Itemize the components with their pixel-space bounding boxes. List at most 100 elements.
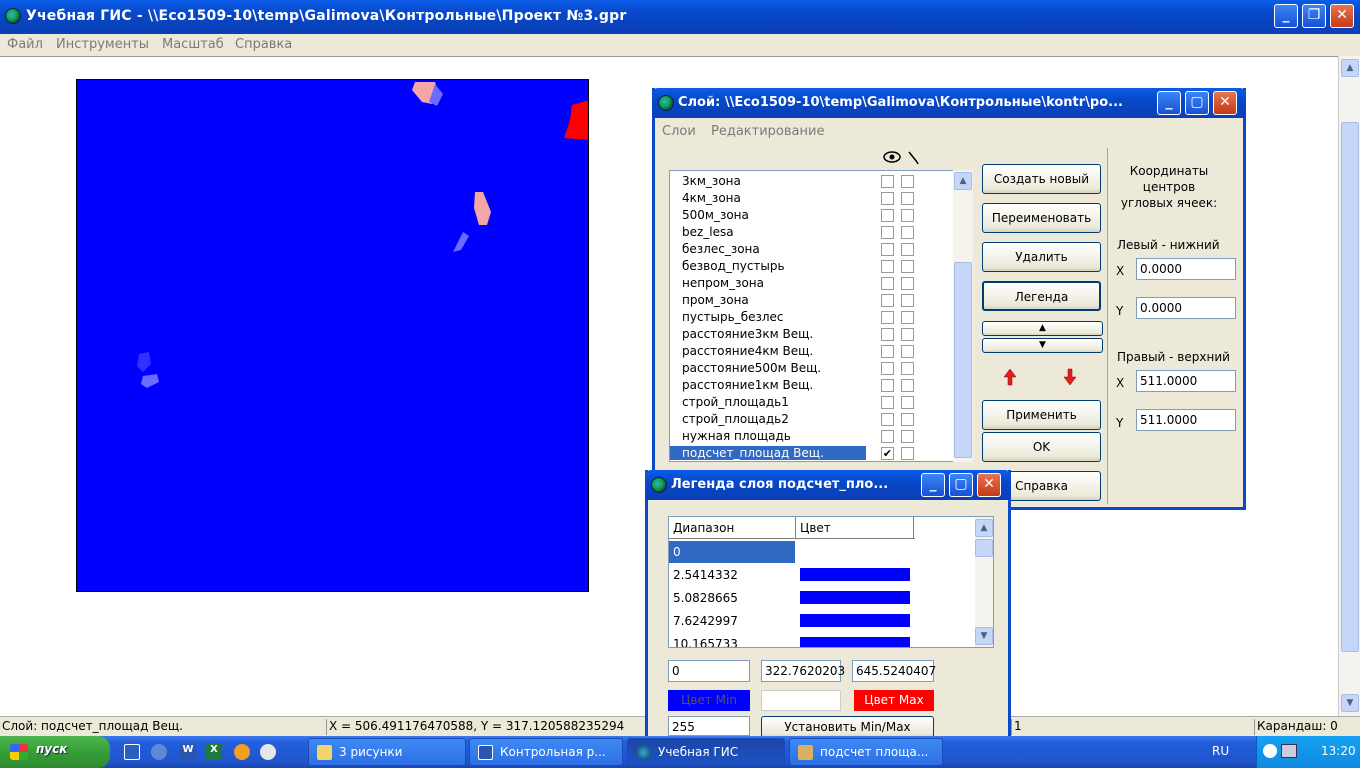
start-button[interactable]: пуск bbox=[0, 736, 110, 768]
menu-editing[interactable]: Редактирование bbox=[711, 124, 824, 139]
quicklaunch-books-icon[interactable] bbox=[124, 744, 140, 760]
edit-checkbox[interactable] bbox=[901, 175, 914, 188]
visibility-checkbox[interactable] bbox=[881, 209, 894, 222]
legend-range-cell[interactable]: 2.5414332 bbox=[669, 564, 795, 586]
legend-color-swatch[interactable] bbox=[800, 637, 910, 647]
quicklaunch-firefox-icon[interactable] bbox=[234, 744, 250, 760]
red-down-arrow-icon[interactable] bbox=[1063, 368, 1077, 386]
legend-minimize-button[interactable]: _ bbox=[921, 473, 945, 497]
layer-item[interactable]: безвод_пустырь bbox=[670, 258, 972, 275]
legend-range-cell[interactable]: 5.0828665 bbox=[669, 587, 795, 609]
layer-item[interactable]: расстояние1км Вещ. bbox=[670, 377, 972, 394]
column-header-range[interactable]: Диапазон bbox=[673, 521, 734, 535]
legend-color-swatch[interactable] bbox=[800, 545, 910, 558]
layer-list[interactable]: 3км_зона 4км_зона 500м_зона bez_lesa безлес_… bbox=[669, 170, 973, 462]
menu-file[interactable]: Файл bbox=[7, 37, 43, 52]
scroll-down-button[interactable]: ▼ bbox=[1341, 694, 1359, 712]
color-max-button[interactable]: Цвет Max bbox=[854, 690, 934, 711]
move-up-small-button[interactable]: ▲ bbox=[982, 321, 1103, 336]
visibility-checkbox[interactable] bbox=[881, 345, 894, 358]
ll-y-field[interactable]: 0.0000 bbox=[1136, 297, 1236, 319]
column-header-color[interactable]: Цвет bbox=[800, 521, 831, 535]
visibility-checkbox[interactable] bbox=[881, 260, 894, 273]
visibility-checkbox[interactable] bbox=[881, 226, 894, 239]
rename-button[interactable]: Переименовать bbox=[982, 203, 1101, 233]
legend-row[interactable]: 0 bbox=[669, 541, 915, 563]
edit-checkbox[interactable] bbox=[901, 379, 914, 392]
visibility-checkbox[interactable] bbox=[881, 328, 894, 341]
scroll-thumb[interactable] bbox=[1341, 122, 1359, 652]
ll-x-field[interactable]: 0.0000 bbox=[1136, 258, 1236, 280]
layer-item[interactable]: нужная площадь bbox=[670, 428, 972, 445]
edit-checkbox[interactable] bbox=[901, 192, 914, 205]
edit-checkbox[interactable] bbox=[901, 226, 914, 239]
list-scroll-up-button[interactable]: ▲ bbox=[954, 172, 972, 190]
layer-dialog-minimize-button[interactable]: _ bbox=[1157, 91, 1181, 115]
menu-scale[interactable]: Масштаб bbox=[162, 37, 224, 52]
quicklaunch-word-icon[interactable]: W bbox=[180, 744, 196, 760]
quicklaunch-ie-icon[interactable] bbox=[151, 744, 167, 760]
legend-row[interactable]: 10.165733 bbox=[669, 633, 915, 647]
layer-item[interactable]: строй_площадь1 bbox=[670, 394, 972, 411]
visibility-checkbox[interactable] bbox=[881, 379, 894, 392]
legend-color-swatch[interactable] bbox=[800, 591, 910, 604]
close-button[interactable]: ✕ bbox=[1330, 4, 1354, 28]
ur-x-field[interactable]: 511.0000 bbox=[1136, 370, 1236, 392]
edit-checkbox[interactable] bbox=[901, 328, 914, 341]
layer-item[interactable]: 3км_зона bbox=[670, 173, 972, 190]
minimize-button[interactable]: _ bbox=[1274, 4, 1298, 28]
legend-maximize-button[interactable]: ▢ bbox=[949, 473, 973, 497]
task-button-gis[interactable]: Учебная ГИС bbox=[627, 738, 785, 766]
delete-button[interactable]: Удалить bbox=[982, 242, 1101, 272]
layer-dialog-close-button[interactable]: ✕ bbox=[1213, 91, 1237, 115]
legend-close-button[interactable]: ✕ bbox=[977, 473, 1001, 497]
layer-item[interactable]: расстояние3км Вещ. bbox=[670, 326, 972, 343]
ok-button[interactable]: OK bbox=[982, 432, 1101, 462]
task-button-folder[interactable]: 3 рисунки bbox=[308, 738, 466, 766]
layer-item[interactable]: непром_зона bbox=[670, 275, 972, 292]
legend-scroll-thumb[interactable] bbox=[975, 539, 993, 557]
visibility-checkbox[interactable] bbox=[881, 362, 894, 375]
legend-row[interactable]: 7.6242997 bbox=[669, 610, 915, 632]
language-indicator[interactable]: RU bbox=[1212, 744, 1229, 758]
layer-list-scrollbar[interactable]: ▲ bbox=[953, 170, 973, 462]
tray-expand-icon[interactable] bbox=[1263, 744, 1277, 758]
clock[interactable]: 13:20 bbox=[1321, 744, 1356, 758]
visibility-checkbox[interactable] bbox=[881, 192, 894, 205]
edit-checkbox[interactable] bbox=[901, 345, 914, 358]
legend-scroll-up-button[interactable]: ▲ bbox=[975, 519, 993, 537]
task-button-word[interactable]: Контрольная р... bbox=[469, 738, 623, 766]
steps-spinner[interactable]: 255 bbox=[668, 716, 750, 736]
red-up-arrow-icon[interactable] bbox=[1003, 368, 1017, 386]
layer-dialog-maximize-button[interactable]: ▢ bbox=[1185, 91, 1209, 115]
layer-item[interactable]: пустырь_безлес bbox=[670, 309, 972, 326]
visibility-checkbox[interactable] bbox=[881, 294, 894, 307]
ur-y-field[interactable]: 511.0000 bbox=[1136, 409, 1236, 431]
visibility-checkbox[interactable] bbox=[881, 175, 894, 188]
create-new-button[interactable]: Создать новый bbox=[982, 164, 1101, 194]
layer-item[interactable]: безлес_зона bbox=[670, 241, 972, 258]
main-vertical-scrollbar[interactable]: ▲ ▼ bbox=[1338, 56, 1360, 716]
layer-item[interactable]: расстояние500м Вещ. bbox=[670, 360, 972, 377]
color-min-button[interactable]: Цвет Min bbox=[668, 690, 750, 711]
edit-checkbox[interactable] bbox=[901, 311, 914, 324]
list-scroll-thumb[interactable] bbox=[954, 262, 972, 458]
legend-grid[interactable]: Диапазон Цвет 0 2.5414332 5.0828665 7.62429… bbox=[668, 516, 994, 648]
edit-checkbox[interactable] bbox=[901, 209, 914, 222]
legend-grid-scrollbar[interactable]: ▲ ▼ bbox=[975, 517, 993, 647]
visibility-checkbox[interactable] bbox=[881, 311, 894, 324]
legend-color-swatch[interactable] bbox=[800, 568, 910, 581]
scroll-up-button[interactable]: ▲ bbox=[1341, 59, 1359, 77]
edit-checkbox[interactable] bbox=[901, 277, 914, 290]
min-value-field[interactable]: 0 bbox=[668, 660, 750, 682]
edit-checkbox[interactable] bbox=[901, 396, 914, 409]
legend-scroll-down-button[interactable]: ▼ bbox=[975, 627, 993, 645]
legend-range-cell[interactable]: 10.165733 bbox=[669, 633, 795, 647]
legend-row[interactable]: 5.0828665 bbox=[669, 587, 915, 609]
raster-map[interactable] bbox=[76, 79, 589, 592]
edit-checkbox[interactable] bbox=[901, 243, 914, 256]
set-minmax-button[interactable]: Установить Min/Max bbox=[761, 716, 934, 738]
mid-value-field[interactable]: 322.7620203 bbox=[761, 660, 845, 682]
visibility-checkbox[interactable] bbox=[881, 430, 894, 443]
visibility-checkbox[interactable] bbox=[881, 243, 894, 256]
